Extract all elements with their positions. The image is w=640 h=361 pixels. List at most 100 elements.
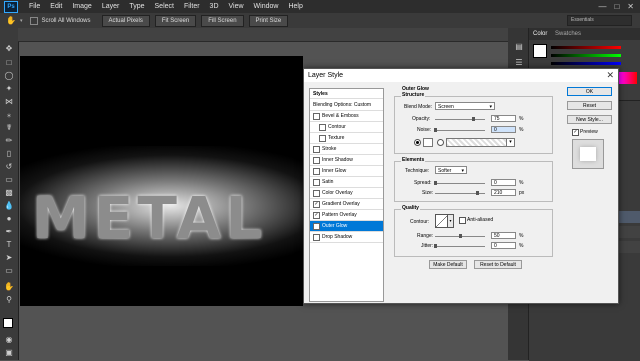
tab-color[interactable]: Color: [533, 31, 547, 37]
reset-button[interactable]: Reset: [567, 101, 612, 110]
opacity-slider-thumb[interactable]: [471, 117, 475, 121]
menu-item-help[interactable]: Help: [283, 3, 307, 10]
style-item-checkbox[interactable]: ✓: [313, 223, 320, 230]
r-slider[interactable]: [551, 46, 621, 49]
dialog-close-icon[interactable]: ✕: [606, 69, 614, 82]
spread-slider-thumb[interactable]: [434, 181, 437, 185]
noise-slider[interactable]: [435, 130, 485, 131]
print-size-button[interactable]: Print Size: [248, 14, 289, 27]
history-brush-icon[interactable]: ↺: [3, 162, 15, 172]
opacity-input[interactable]: 75: [491, 115, 516, 122]
menu-item-window[interactable]: Window: [249, 3, 284, 10]
jitter-slider-thumb[interactable]: [434, 244, 437, 248]
tool-preset-picker[interactable]: ▾: [20, 18, 23, 24]
workspace-select[interactable]: Essentials: [567, 15, 632, 26]
brush-tool-icon[interactable]: ✏: [3, 136, 15, 146]
maximize-icon[interactable]: □: [614, 2, 619, 11]
menu-item-layer[interactable]: Layer: [97, 3, 125, 10]
chevron-down-icon[interactable]: ▾: [506, 138, 515, 147]
blend-mode-select[interactable]: Screen ▾: [435, 102, 495, 110]
styles-header[interactable]: Styles: [310, 89, 383, 99]
screen-mode-icon[interactable]: ▣: [3, 348, 15, 358]
menu-item-image[interactable]: Image: [67, 3, 96, 10]
noise-input[interactable]: 0: [491, 126, 516, 133]
hand-tool-icon[interactable]: ✋: [3, 282, 15, 292]
foreground-color-swatch[interactable]: [3, 318, 13, 328]
style-item-blending-options-custom[interactable]: Blending Options: Custom: [310, 100, 383, 111]
size-input[interactable]: 210: [491, 189, 516, 196]
fill-screen-button[interactable]: Fill Screen: [201, 14, 244, 27]
gradient-radio[interactable]: [437, 139, 444, 146]
marquee-tool-icon[interactable]: □: [3, 58, 15, 68]
technique-select[interactable]: Softer ▾: [435, 166, 467, 174]
spread-slider[interactable]: [435, 183, 485, 184]
healing-tool-icon[interactable]: ☤: [3, 123, 15, 133]
menu-item-file[interactable]: File: [24, 3, 45, 10]
style-item-checkbox[interactable]: [313, 179, 320, 186]
style-item-texture[interactable]: Texture: [310, 133, 383, 144]
style-item-color-overlay[interactable]: Color Overlay: [310, 188, 383, 199]
close-icon[interactable]: ✕: [627, 2, 634, 11]
style-item-pattern-overlay[interactable]: ✓ Pattern Overlay: [310, 210, 383, 221]
preview-checkbox[interactable]: ✓: [572, 129, 579, 136]
style-item-stroke[interactable]: Stroke: [310, 144, 383, 155]
scroll-all-windows-option[interactable]: Scroll All Windows: [30, 16, 91, 25]
jitter-slider[interactable]: [435, 246, 485, 247]
opacity-slider[interactable]: [435, 119, 485, 120]
glow-gradient-picker[interactable]: [446, 138, 508, 147]
actual-pixels-button[interactable]: Actual Pixels: [101, 14, 150, 27]
stamp-tool-icon[interactable]: ▯: [3, 149, 15, 159]
zoom-tool-icon[interactable]: ⚲: [3, 295, 15, 305]
blur-tool-icon[interactable]: 💧: [3, 201, 15, 211]
crop-tool-icon[interactable]: ⋈: [3, 97, 15, 107]
eyedropper-tool-icon[interactable]: ⁎: [3, 110, 15, 120]
style-item-checkbox[interactable]: [319, 135, 326, 142]
path-select-tool-icon[interactable]: ➤: [3, 253, 15, 263]
g-slider[interactable]: [551, 54, 621, 57]
menu-item-3d[interactable]: 3D: [205, 3, 224, 10]
reset-to-default-button[interactable]: Reset to Default: [474, 260, 522, 269]
solid-color-radio[interactable]: [414, 139, 421, 146]
pen-tool-icon[interactable]: ✒: [3, 227, 15, 237]
lasso-tool-icon[interactable]: ◯: [3, 71, 15, 81]
minimize-icon[interactable]: —: [598, 2, 606, 11]
range-input[interactable]: 50: [491, 232, 516, 239]
style-item-inner-glow[interactable]: Inner Glow: [310, 166, 383, 177]
style-item-checkbox[interactable]: [313, 168, 320, 175]
menu-item-view[interactable]: View: [224, 3, 249, 10]
dodge-tool-icon[interactable]: ●: [3, 214, 15, 224]
quick-select-tool-icon[interactable]: ✦: [3, 84, 15, 94]
style-item-checkbox[interactable]: [313, 234, 320, 241]
b-slider[interactable]: [551, 62, 621, 65]
style-item-inner-shadow[interactable]: Inner Shadow: [310, 155, 383, 166]
menu-item-filter[interactable]: Filter: [179, 3, 205, 10]
style-item-satin[interactable]: Satin: [310, 177, 383, 188]
style-item-drop-shadow[interactable]: Drop Shadow: [310, 232, 383, 243]
chevron-down-icon[interactable]: ▾: [447, 214, 454, 228]
scroll-all-windows-checkbox[interactable]: [30, 16, 39, 25]
jitter-input[interactable]: 0: [491, 242, 516, 249]
size-slider-thumb[interactable]: [476, 191, 479, 195]
color-foreground-swatch[interactable]: [533, 44, 547, 58]
style-item-checkbox[interactable]: ✓: [313, 212, 320, 219]
menu-item-edit[interactable]: Edit: [45, 3, 67, 10]
eraser-tool-icon[interactable]: ▭: [3, 175, 15, 185]
style-item-checkbox[interactable]: ✓: [313, 201, 320, 208]
style-item-checkbox[interactable]: [313, 157, 320, 164]
range-slider-thumb[interactable]: [459, 234, 462, 238]
menu-item-type[interactable]: Type: [124, 3, 149, 10]
properties-panel-icon[interactable]: ☰: [513, 58, 525, 68]
style-item-outer-glow[interactable]: ✓ Outer Glow: [310, 221, 383, 232]
move-tool-icon[interactable]: ✥: [3, 44, 15, 54]
style-item-bevel-emboss[interactable]: Bevel & Emboss: [310, 111, 383, 122]
quick-mask-icon[interactable]: ◉: [3, 335, 15, 345]
type-tool-icon[interactable]: T: [3, 240, 15, 250]
style-item-checkbox[interactable]: [313, 146, 320, 153]
document-canvas[interactable]: METAL: [20, 56, 303, 306]
style-item-gradient-overlay[interactable]: ✓ Gradient Overlay: [310, 199, 383, 210]
fit-screen-button[interactable]: Fit Screen: [154, 14, 197, 27]
gradient-tool-icon[interactable]: ▩: [3, 188, 15, 198]
new-style-button[interactable]: New Style...: [567, 115, 612, 124]
tab-swatches[interactable]: Swatches: [555, 31, 581, 37]
glow-color-swatch[interactable]: [423, 138, 433, 147]
